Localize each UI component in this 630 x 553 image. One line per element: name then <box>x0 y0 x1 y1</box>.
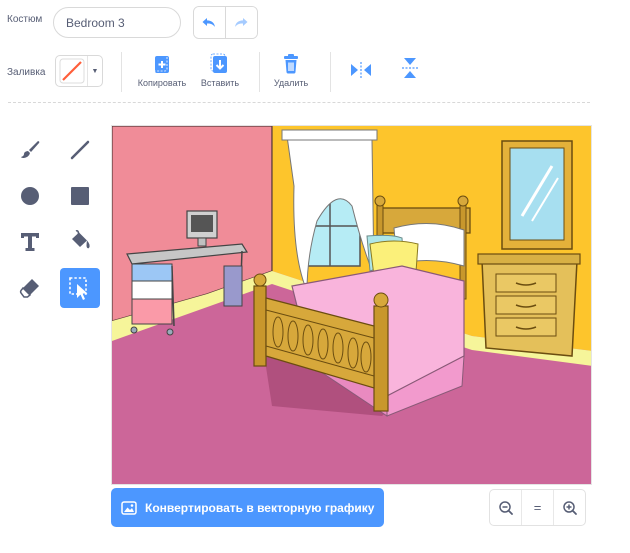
toolbar-separator <box>8 102 590 103</box>
toolbar-divider <box>259 52 260 92</box>
copy-label: Копировать <box>137 78 187 88</box>
eraser-tool[interactable] <box>10 268 50 308</box>
convert-to-vector-button[interactable]: Конвертировать в векторную графику <box>111 488 384 527</box>
image-icon <box>121 500 137 515</box>
text-icon <box>21 233 39 251</box>
delete-button[interactable]: Удалить <box>270 53 312 88</box>
redo-icon <box>235 17 248 27</box>
paste-button[interactable]: Вставить <box>197 53 243 88</box>
zoom-out-icon <box>498 500 513 515</box>
redo-button[interactable] <box>225 7 257 38</box>
select-icon <box>69 277 88 300</box>
brush-tool[interactable] <box>10 130 50 170</box>
eraser-icon <box>19 279 39 298</box>
undo-button[interactable] <box>194 7 226 38</box>
undo-redo-group <box>193 6 258 39</box>
zoom-out-button[interactable] <box>490 490 522 525</box>
fill-bucket-icon <box>72 229 90 249</box>
fill-color-picker[interactable]: ▼ <box>55 55 103 87</box>
fill-tool[interactable] <box>60 222 100 262</box>
costume-row: Костюм <box>0 0 630 46</box>
flip-horizontal-icon <box>351 62 371 78</box>
flip-vertical-icon <box>402 58 418 78</box>
costume-label: Костюм <box>7 14 43 25</box>
select-tool[interactable] <box>60 268 100 308</box>
costume-name-input[interactable] <box>53 7 181 38</box>
zoom-reset-label: = <box>533 500 542 515</box>
undo-icon <box>202 17 216 27</box>
brush-icon <box>21 141 40 158</box>
paint-canvas[interactable] <box>111 125 592 485</box>
paste-icon <box>210 53 227 73</box>
line-tool[interactable] <box>60 130 100 170</box>
fill-swatch-graphic <box>59 58 85 84</box>
rectangle-icon <box>71 187 89 205</box>
paste-label: Вставить <box>200 78 240 88</box>
zoom-in-icon <box>562 500 577 515</box>
circle-tool[interactable] <box>10 176 50 216</box>
flip-vertical-button[interactable] <box>395 56 425 80</box>
trash-icon <box>284 54 298 74</box>
flip-horizontal-button[interactable] <box>346 60 376 80</box>
circle-icon <box>21 187 39 205</box>
zoom-controls: = <box>489 489 586 526</box>
copy-icon <box>152 53 169 73</box>
text-tool[interactable] <box>10 222 50 262</box>
chevron-down-icon[interactable]: ▼ <box>88 56 102 86</box>
fill-label: Заливка <box>7 67 46 78</box>
bedroom-backdrop-image <box>112 126 591 484</box>
rectangle-tool[interactable] <box>60 176 100 216</box>
fill-color-swatch <box>56 56 88 86</box>
line-icon <box>70 140 90 160</box>
zoom-reset-button[interactable]: = <box>522 490 554 525</box>
copy-button[interactable]: Копировать <box>134 53 190 88</box>
delete-label: Удалить <box>273 78 309 88</box>
toolbar-divider <box>330 52 331 92</box>
convert-label: Конвертировать в векторную графику <box>145 500 375 515</box>
toolbar-divider <box>121 52 122 92</box>
zoom-in-button[interactable] <box>554 490 585 525</box>
